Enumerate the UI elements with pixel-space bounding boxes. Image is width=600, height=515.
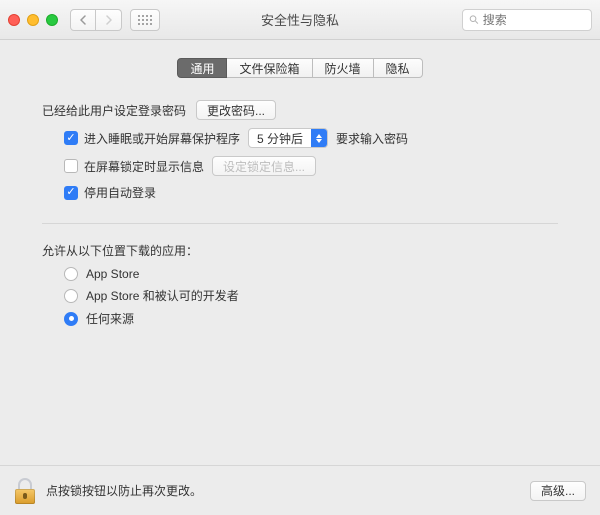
lock-message-label: 在屏幕锁定时显示信息 [84, 158, 204, 175]
search-field[interactable] [462, 9, 592, 31]
allow-apps-header: 允许从以下位置下载的应用： [42, 242, 558, 259]
require-password-suffix: 要求输入密码 [336, 130, 408, 147]
allow-apps-label: 允许从以下位置下载的应用： [42, 242, 198, 259]
set-lock-message-button[interactable]: 设定锁定信息... [212, 156, 316, 176]
tab-filevault[interactable]: 文件保险箱 [227, 58, 312, 78]
login-password-label: 已经给此用户设定登录密码 [42, 102, 186, 119]
window-title: 安全性与隐私 [261, 10, 339, 29]
button-label: 高级... [541, 482, 575, 499]
content-area: 已经给此用户设定登录密码 更改密码... 进入睡眠或开始屏幕保护程序 5 分钟后… [0, 78, 600, 327]
tab-bar: 通用 文件保险箱 防火墙 隐私 [0, 58, 600, 78]
advanced-button[interactable]: 高级... [530, 481, 586, 501]
change-password-button[interactable]: 更改密码... [196, 100, 276, 120]
radio-appstore[interactable] [64, 267, 78, 281]
grid-icon [138, 15, 152, 25]
tab-firewall[interactable]: 防火墙 [313, 58, 374, 78]
back-button[interactable] [70, 9, 96, 31]
disable-autologin-label: 停用自动登录 [84, 184, 156, 201]
radio-identified-developers[interactable] [64, 289, 78, 303]
require-password-delay-select[interactable]: 5 分钟后 [248, 128, 328, 148]
divider [42, 223, 558, 224]
show-all-button[interactable] [130, 9, 160, 31]
close-icon[interactable] [8, 14, 20, 26]
minimize-icon[interactable] [27, 14, 39, 26]
search-input[interactable] [483, 13, 585, 27]
require-password-label: 进入睡眠或开始屏幕保护程序 [84, 130, 240, 147]
nav-segment [70, 9, 122, 31]
button-label: 设定锁定信息... [223, 158, 305, 175]
select-value: 5 分钟后 [257, 130, 303, 147]
disable-autologin-checkbox[interactable] [64, 186, 78, 200]
search-icon [469, 14, 479, 25]
tab-privacy[interactable]: 隐私 [374, 58, 423, 78]
radio-anywhere[interactable] [64, 312, 78, 326]
lock-message-row: 在屏幕锁定时显示信息 设定锁定信息... [64, 156, 558, 176]
radio-label: 任何来源 [86, 310, 134, 327]
stepper-icon [311, 129, 327, 147]
login-password-row: 已经给此用户设定登录密码 更改密码... [42, 100, 558, 120]
tab-label: 通用 [190, 60, 214, 77]
radio-label: App Store 和被认可的开发者 [86, 287, 239, 304]
allow-apps-radiogroup: App Store App Store 和被认可的开发者 任何来源 [42, 267, 558, 327]
radio-row-identified: App Store 和被认可的开发者 [64, 287, 558, 304]
tab-label: 防火墙 [325, 60, 361, 77]
footer: 点按锁按钮以防止再次更改。 高级... [0, 465, 600, 515]
radio-label: App Store [86, 267, 139, 281]
tab-general[interactable]: 通用 [177, 58, 227, 78]
lock-text: 点按锁按钮以防止再次更改。 [46, 482, 202, 499]
require-password-checkbox[interactable] [64, 131, 78, 145]
lock-icon[interactable] [14, 478, 36, 504]
require-password-row: 进入睡眠或开始屏幕保护程序 5 分钟后 要求输入密码 [64, 128, 558, 148]
zoom-icon[interactable] [46, 14, 58, 26]
forward-button[interactable] [96, 9, 122, 31]
disable-autologin-row: 停用自动登录 [64, 184, 558, 201]
radio-row-anywhere: 任何来源 [64, 310, 558, 327]
tab-label: 文件保险箱 [239, 60, 299, 77]
titlebar: 安全性与隐私 [0, 0, 600, 40]
radio-row-appstore: App Store [64, 267, 558, 281]
tab-label: 隐私 [386, 60, 410, 77]
lock-message-checkbox[interactable] [64, 159, 78, 173]
window-controls [8, 14, 58, 26]
button-label: 更改密码... [207, 102, 265, 119]
